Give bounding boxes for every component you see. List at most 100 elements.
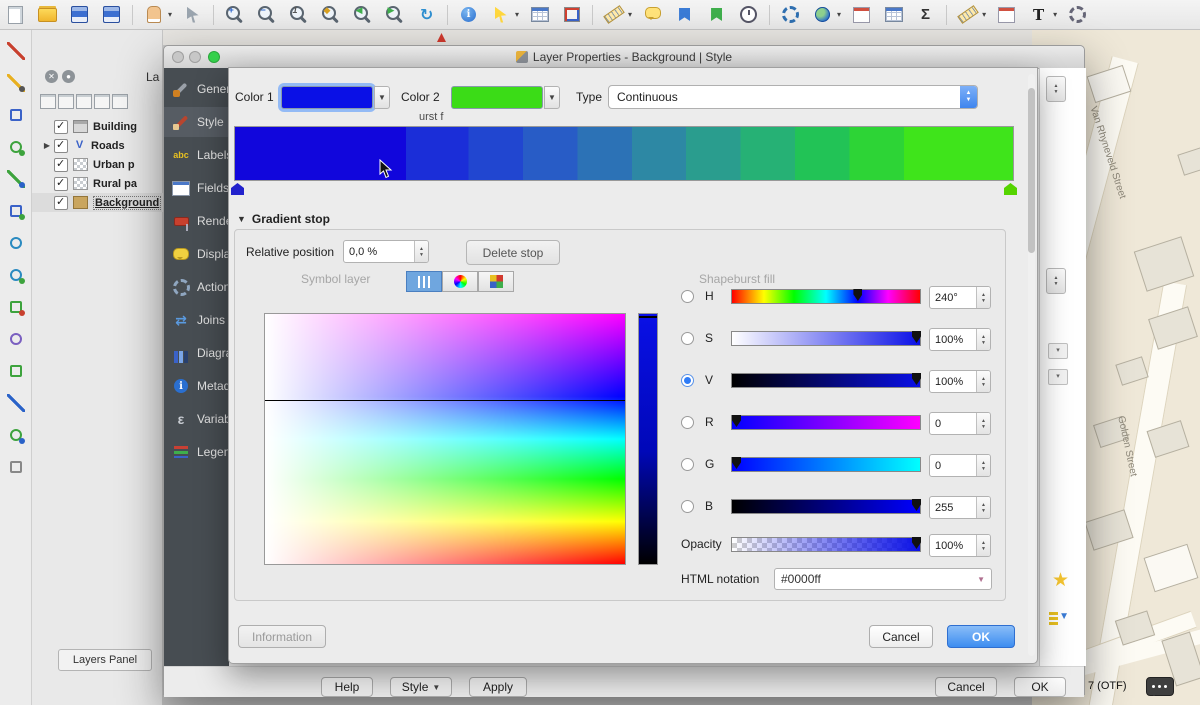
color-wheel-tab[interactable] (442, 271, 478, 292)
blue-slider[interactable] (731, 499, 921, 514)
tab-general[interactable]: General (164, 74, 229, 104)
tab-labels[interactable]: Labels (164, 140, 229, 170)
zoom-button[interactable] (208, 51, 220, 63)
move-feature-icon[interactable] (7, 170, 25, 188)
gradient-stop-section-header[interactable]: ▼ Gradient stop (237, 212, 330, 226)
layer-checkbox[interactable] (54, 139, 68, 153)
manage-map-themes-icon[interactable] (58, 94, 74, 109)
tab-joins[interactable]: Joins (164, 305, 229, 335)
color-swatches-tab[interactable] (478, 271, 514, 292)
options-icon[interactable] (1066, 3, 1089, 27)
layer-row-roads[interactable]: ▶ V Roads (32, 136, 163, 155)
paste-features-icon[interactable] (7, 330, 25, 348)
add-ring-icon[interactable] (7, 458, 25, 476)
blue-spinbox[interactable]: 255▲▼ (929, 496, 991, 519)
slider-handle[interactable] (732, 415, 741, 427)
measure-dropdown-icon[interactable]: ▾ (628, 10, 632, 19)
statistical-summary-icon[interactable] (914, 3, 937, 27)
text-dropdown-icon[interactable]: ▾ (1053, 10, 1057, 19)
color2-swatch[interactable] (451, 86, 543, 109)
favorites-star-icon[interactable]: ★ (1052, 569, 1069, 592)
show-bookmarks-icon[interactable] (705, 3, 728, 27)
color1-swatch[interactable] (281, 86, 373, 109)
node-tool-icon[interactable] (7, 202, 25, 220)
calendar-icon[interactable] (995, 3, 1018, 27)
new-bookmark-icon[interactable] (673, 3, 696, 27)
text-annotation-icon[interactable] (1027, 3, 1050, 27)
h-radio[interactable] (681, 290, 694, 303)
zoom-in-icon[interactable]: + (223, 3, 246, 27)
tab-style[interactable]: Style (164, 107, 229, 137)
modal-cancel-button[interactable]: Cancel (869, 625, 933, 648)
tab-display[interactable]: Display (164, 239, 229, 269)
modal-scrollbar[interactable] (1028, 74, 1035, 656)
redo-icon[interactable] (7, 394, 25, 412)
annotation-dropdown-icon[interactable]: ▾ (982, 10, 986, 19)
slider-handle[interactable] (853, 289, 862, 301)
gradient-stop-right[interactable] (1004, 183, 1017, 195)
minimize-button[interactable] (189, 51, 201, 63)
slider-handle[interactable] (912, 499, 921, 511)
zoom-actual-icon[interactable]: 1 (287, 3, 310, 27)
tab-legend[interactable]: Legend (164, 437, 229, 467)
panel-dock-icon[interactable]: ● (62, 70, 75, 83)
layer-checkbox[interactable] (54, 196, 68, 210)
saturation-spinbox[interactable]: 100%▲▼ (929, 328, 991, 351)
processing-toolbox-icon[interactable] (779, 3, 802, 27)
layer-row-urban[interactable]: Urban p (32, 155, 163, 174)
project-save-icon[interactable] (68, 3, 91, 27)
color2-dropdown-icon[interactable]: ▼ (544, 86, 560, 109)
value-slider-bar[interactable] (638, 313, 658, 565)
html-notation-field[interactable]: #0000ff ▼ (774, 568, 992, 590)
pan-dropdown-icon[interactable]: ▾ (168, 10, 172, 19)
filter-legend-icon[interactable] (76, 94, 92, 109)
delete-stop-button[interactable]: Delete stop (466, 240, 560, 265)
saturation-slider[interactable] (731, 331, 921, 346)
red-slider[interactable] (731, 415, 921, 430)
cut-features-icon[interactable] (7, 266, 25, 284)
toggle-editing-icon[interactable] (7, 74, 25, 92)
map-tips-icon[interactable] (641, 3, 664, 27)
delete-selected-icon[interactable] (7, 234, 25, 252)
slider-handle[interactable] (732, 457, 741, 469)
gradient-ramp-preview[interactable] (234, 126, 1014, 181)
tab-metadata[interactable]: Metadata (164, 371, 229, 401)
current-edits-icon[interactable] (7, 42, 25, 60)
metasearch-icon[interactable] (850, 3, 873, 27)
scrollbar-thumb[interactable] (1028, 88, 1035, 253)
slider-handle[interactable] (912, 331, 921, 343)
select-features-icon[interactable] (489, 3, 512, 27)
combo-stepper-icon[interactable]: ▲▼ (960, 86, 977, 108)
b-radio[interactable] (681, 500, 694, 513)
layer-row-rural[interactable]: Rural pa (32, 174, 163, 193)
hue-spinbox[interactable]: 240°▲▼ (929, 286, 991, 309)
layer-checkbox[interactable] (54, 177, 68, 191)
gradient-stop-left[interactable] (231, 183, 244, 195)
web-services-icon[interactable] (811, 3, 834, 27)
help-button[interactable]: Help (321, 677, 373, 697)
tab-actions[interactable]: Actions (164, 272, 229, 302)
messages-bubble-icon[interactable] (1146, 677, 1174, 696)
dialog-titlebar[interactable]: Layer Properties - Background | Style (164, 46, 1084, 69)
open-attribute-table-icon[interactable] (528, 3, 551, 27)
sort-icon[interactable] (1049, 609, 1069, 629)
color-sliders-tab[interactable] (406, 271, 442, 292)
opacity-spinbox[interactable]: 100%▲▼ (929, 534, 991, 557)
layer-checkbox[interactable] (54, 158, 68, 172)
spinner-stepper[interactable]: ▲▼ (1046, 76, 1066, 102)
simplify-feature-icon[interactable] (7, 426, 25, 444)
layer-row-building[interactable]: Building (32, 117, 163, 136)
value-slider-handle[interactable] (639, 316, 657, 318)
close-button[interactable] (172, 51, 184, 63)
tab-rendering[interactable]: Rendering (164, 206, 229, 236)
add-feature-icon[interactable] (7, 138, 25, 156)
stepper-icon[interactable]: ▲▼ (414, 241, 428, 262)
measure-line-icon[interactable] (602, 3, 625, 27)
combo-arrow-icon[interactable]: ▾ (1048, 343, 1068, 359)
g-radio[interactable] (681, 458, 694, 471)
combo-arrow-icon[interactable]: ▾ (1048, 369, 1068, 385)
remove-layer-icon[interactable] (112, 94, 128, 109)
v-radio[interactable] (681, 374, 694, 387)
project-new-icon[interactable] (4, 3, 27, 27)
panel-close-icon[interactable]: ✕ (45, 70, 58, 83)
